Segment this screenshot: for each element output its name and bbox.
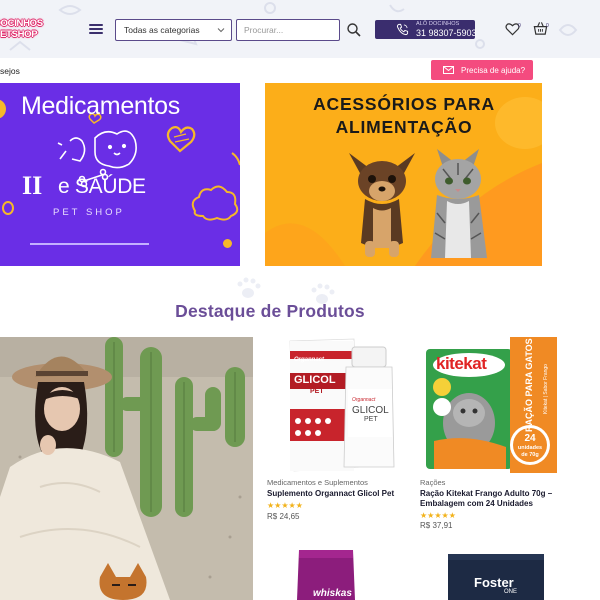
banner1-roman: II <box>22 171 43 200</box>
banner-medicamentos[interactable]: Medicamentos II e SAÚDE PET SHOP <box>0 83 240 266</box>
logo-text-line1: DOCINHOS <box>0 18 43 29</box>
store-logo[interactable]: DOCINHOS PETSHOP <box>0 18 43 42</box>
banner1-dot <box>223 239 232 248</box>
glicol-bottle-brand: Organnact <box>352 397 376 403</box>
product-category[interactable]: Rações <box>420 478 445 487</box>
category-select-value: Todas as categorias <box>124 25 200 35</box>
foster-logo: Foster <box>474 575 514 590</box>
foster-sub: ONE <box>504 589 518 595</box>
phone-icon <box>396 23 409 36</box>
lifestyle-photo <box>0 337 253 600</box>
product-image-foster[interactable]: Foster ONE <box>446 550 546 600</box>
lifestyle-image <box>0 337 253 600</box>
kitekat-units-size: de 70g <box>521 452 539 458</box>
kitekat-units-label: unidades <box>517 445 543 451</box>
product-image-glicol[interactable]: Organnact GLICOL PET Organnact GLICOL PE… <box>266 337 396 473</box>
wishlist-count: 0 <box>518 23 521 29</box>
hamburger-menu-icon[interactable] <box>88 22 104 36</box>
banner2-title-line1: ACESSÓRIOS PARA <box>313 94 495 114</box>
banner1-divider <box>30 243 149 245</box>
banner1-title: Medicamentos <box>21 92 180 120</box>
kitekat-units: 24 <box>524 433 536 444</box>
phone-contact[interactable]: ALÔ DOCINHOS 31 98307-5903 <box>375 20 477 39</box>
category-select[interactable]: Todas as categorias <box>115 19 232 41</box>
breadcrumb[interactable]: sejos <box>0 66 20 76</box>
envelope-icon <box>443 66 454 74</box>
kitekat-side-subtext: Kitekat | Sabor Frango <box>543 364 549 414</box>
product-rating-stars: ★★★★★ <box>267 501 303 510</box>
phone-number: 31 98307-5903 <box>416 28 477 38</box>
product-title[interactable]: Suplemento Organnact Glicol Pet <box>267 489 407 499</box>
logo-text-line2: PETSHOP <box>0 29 38 40</box>
kitekat-logo: kitekat <box>436 354 487 373</box>
kitekat-side-text: RAÇÃO PARA GATOS <box>524 338 534 432</box>
banner2-title-line2: ALIMENTAÇÃO <box>335 117 473 137</box>
chevron-down-icon <box>217 28 225 33</box>
whiskas-logo: whiskas <box>313 588 352 599</box>
search-input[interactable] <box>236 19 340 41</box>
glicol-bottle-pet: PET <box>364 416 378 423</box>
glicol-box-label: GLICOL <box>294 374 336 386</box>
glicol-box-brand: Organnact <box>294 357 325 363</box>
product-rating-stars: ★★★★★ <box>420 511 456 520</box>
product-image-kitekat[interactable]: kitekat RAÇÃO PARA GATOS Kitekat | Sabor… <box>420 337 557 473</box>
help-button-label: Precisa de ajuda? <box>461 66 526 75</box>
page-root: DOCINHOS PETSHOP Todas as categorias ALÔ… <box>0 0 600 600</box>
product-category[interactable]: Medicamentos e Suplementos <box>267 478 368 487</box>
help-button[interactable]: Precisa de ajuda? <box>431 60 533 80</box>
banner2-title: ACESSÓRIOS PARA ALIMENTAÇÃO <box>297 93 511 139</box>
glicol-box-pet: PET <box>310 388 324 395</box>
site-header: DOCINHOS PETSHOP Todas as categorias ALÔ… <box>0 0 600 58</box>
phone-label: ALÔ DOCINHOS <box>416 21 460 27</box>
section-title: Destaque de Produtos <box>175 301 365 321</box>
banner1-tagline: PET SHOP <box>53 207 125 218</box>
search-icon[interactable] <box>346 22 362 38</box>
cart-count: 0 <box>546 23 549 29</box>
product-title[interactable]: Ração Kitekat Frango Adulto 70g – Embala… <box>420 489 570 509</box>
banner1-subtitle: e SAÚDE <box>58 175 146 198</box>
product-price: R$ 24,65 <box>267 512 300 521</box>
banner-acessorios[interactable]: ACESSÓRIOS PARA ALIMENTAÇÃO <box>265 83 542 266</box>
glicol-bottle-label: GLICOL <box>352 405 389 416</box>
product-image-whiskas[interactable]: whiskas <box>295 546 357 600</box>
product-price: R$ 37,91 <box>420 521 453 530</box>
